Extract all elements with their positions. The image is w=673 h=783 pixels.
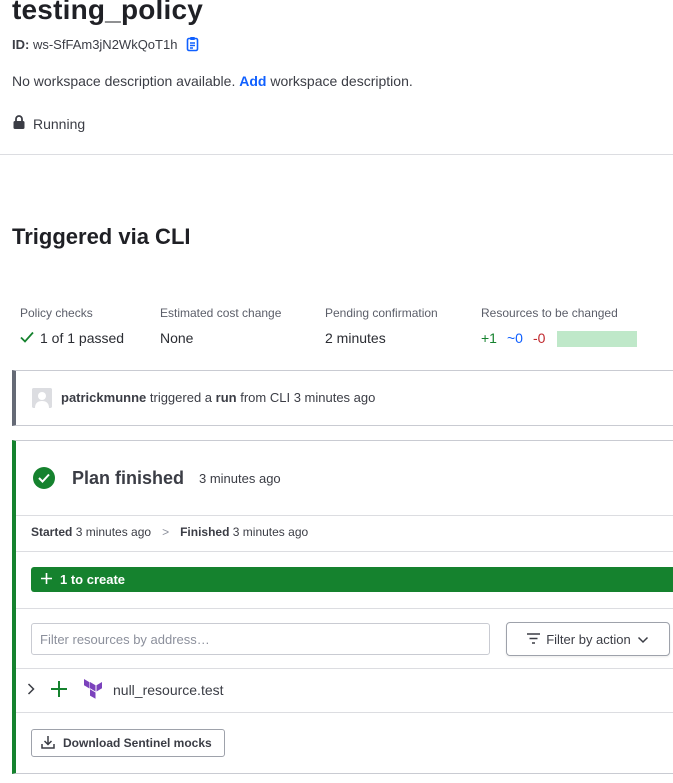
add-description-link[interactable]: Add bbox=[239, 73, 266, 89]
divider bbox=[16, 515, 673, 516]
description-text: No workspace description available. bbox=[12, 73, 236, 89]
plan-time: 3 minutes ago bbox=[199, 471, 281, 486]
plan-timeline: Started 3 minutes ago > Finished 3 minut… bbox=[31, 525, 308, 539]
filter-by-action-button[interactable]: Filter by action bbox=[506, 622, 670, 656]
pending-label: Pending confirmation bbox=[325, 306, 438, 320]
resource-name[interactable]: null_resource.test bbox=[113, 682, 224, 698]
trigger-user[interactable]: patrickmunne bbox=[61, 390, 146, 405]
create-summary-bar[interactable]: 1 to create bbox=[31, 567, 673, 592]
finished-time: 3 minutes ago bbox=[232, 525, 309, 539]
download-icon bbox=[41, 735, 55, 752]
divider bbox=[0, 154, 673, 155]
plan-panel bbox=[12, 440, 673, 774]
filter-button-label: Filter by action bbox=[546, 631, 631, 647]
copy-icon[interactable] bbox=[185, 36, 201, 52]
divider bbox=[16, 668, 673, 669]
workspace-title: testing_policy bbox=[12, 0, 204, 25]
resources-bar bbox=[557, 331, 637, 347]
download-sentinel-mocks-button[interactable]: Download Sentinel mocks bbox=[31, 729, 225, 757]
pending-value: 2 minutes bbox=[325, 330, 386, 346]
policy-checks-text: 1 of 1 passed bbox=[40, 330, 125, 346]
trigger-text: patrickmunne triggered a run from CLI 3 … bbox=[61, 390, 375, 405]
workspace-id-row: ID: ws-SfFAm3jN2WkQoT1h bbox=[12, 36, 201, 52]
policy-checks-value: 1 of 1 passed bbox=[20, 330, 124, 346]
workspace-id-label: ID: bbox=[12, 36, 30, 52]
started-time: 3 minutes ago bbox=[75, 525, 152, 539]
cost-value: None bbox=[160, 330, 194, 346]
cost-label: Estimated cost change bbox=[160, 306, 282, 320]
workspace-id-text: ID: ws-SfFAm3jN2WkQoT1h bbox=[12, 37, 177, 52]
check-circle-icon bbox=[33, 467, 55, 489]
status-text: Running bbox=[33, 115, 86, 132]
resources-add: +1 bbox=[481, 330, 497, 346]
trigger-text-2: from CLI 3 minutes ago bbox=[240, 390, 376, 405]
resources-label: Resources to be changed bbox=[481, 306, 618, 320]
divider bbox=[16, 551, 673, 552]
finished-label: Finished bbox=[180, 525, 230, 539]
create-label: 1 to create bbox=[60, 572, 126, 587]
description-suffix: workspace description. bbox=[270, 73, 413, 89]
workspace-description: No workspace description available. Add … bbox=[12, 73, 413, 89]
filter-resources-input[interactable] bbox=[31, 623, 490, 655]
run-title: Triggered via CLI bbox=[12, 224, 191, 249]
resources-change: ~0 bbox=[506, 330, 523, 346]
avatar bbox=[32, 388, 52, 408]
plan-title[interactable]: Plan finished bbox=[72, 468, 184, 489]
workspace-id-value: ws-SfFAm3jN2WkQoT1h bbox=[32, 36, 178, 52]
chevron-right-icon[interactable] bbox=[25, 682, 37, 696]
workspace-status: Running bbox=[12, 114, 85, 133]
checkmark-icon bbox=[20, 330, 34, 346]
download-button-label: Download Sentinel mocks bbox=[63, 736, 212, 750]
policy-checks-label: Policy checks bbox=[20, 306, 93, 320]
terraform-logo-icon bbox=[82, 679, 104, 701]
chevron-down-icon bbox=[637, 632, 649, 647]
divider bbox=[16, 712, 673, 713]
started-label: Started bbox=[31, 525, 73, 539]
chevron-right-icon: > bbox=[162, 525, 170, 539]
lock-icon bbox=[12, 114, 26, 133]
plus-icon bbox=[50, 680, 68, 698]
trigger-text-1: triggered a bbox=[149, 390, 213, 405]
trigger-run-word: run bbox=[215, 390, 237, 405]
resources-destroy: -0 bbox=[532, 330, 546, 346]
plus-icon bbox=[41, 572, 52, 587]
resources-value: +1 ~0 -0 bbox=[481, 330, 545, 346]
divider bbox=[16, 608, 673, 609]
filter-icon bbox=[527, 632, 541, 647]
